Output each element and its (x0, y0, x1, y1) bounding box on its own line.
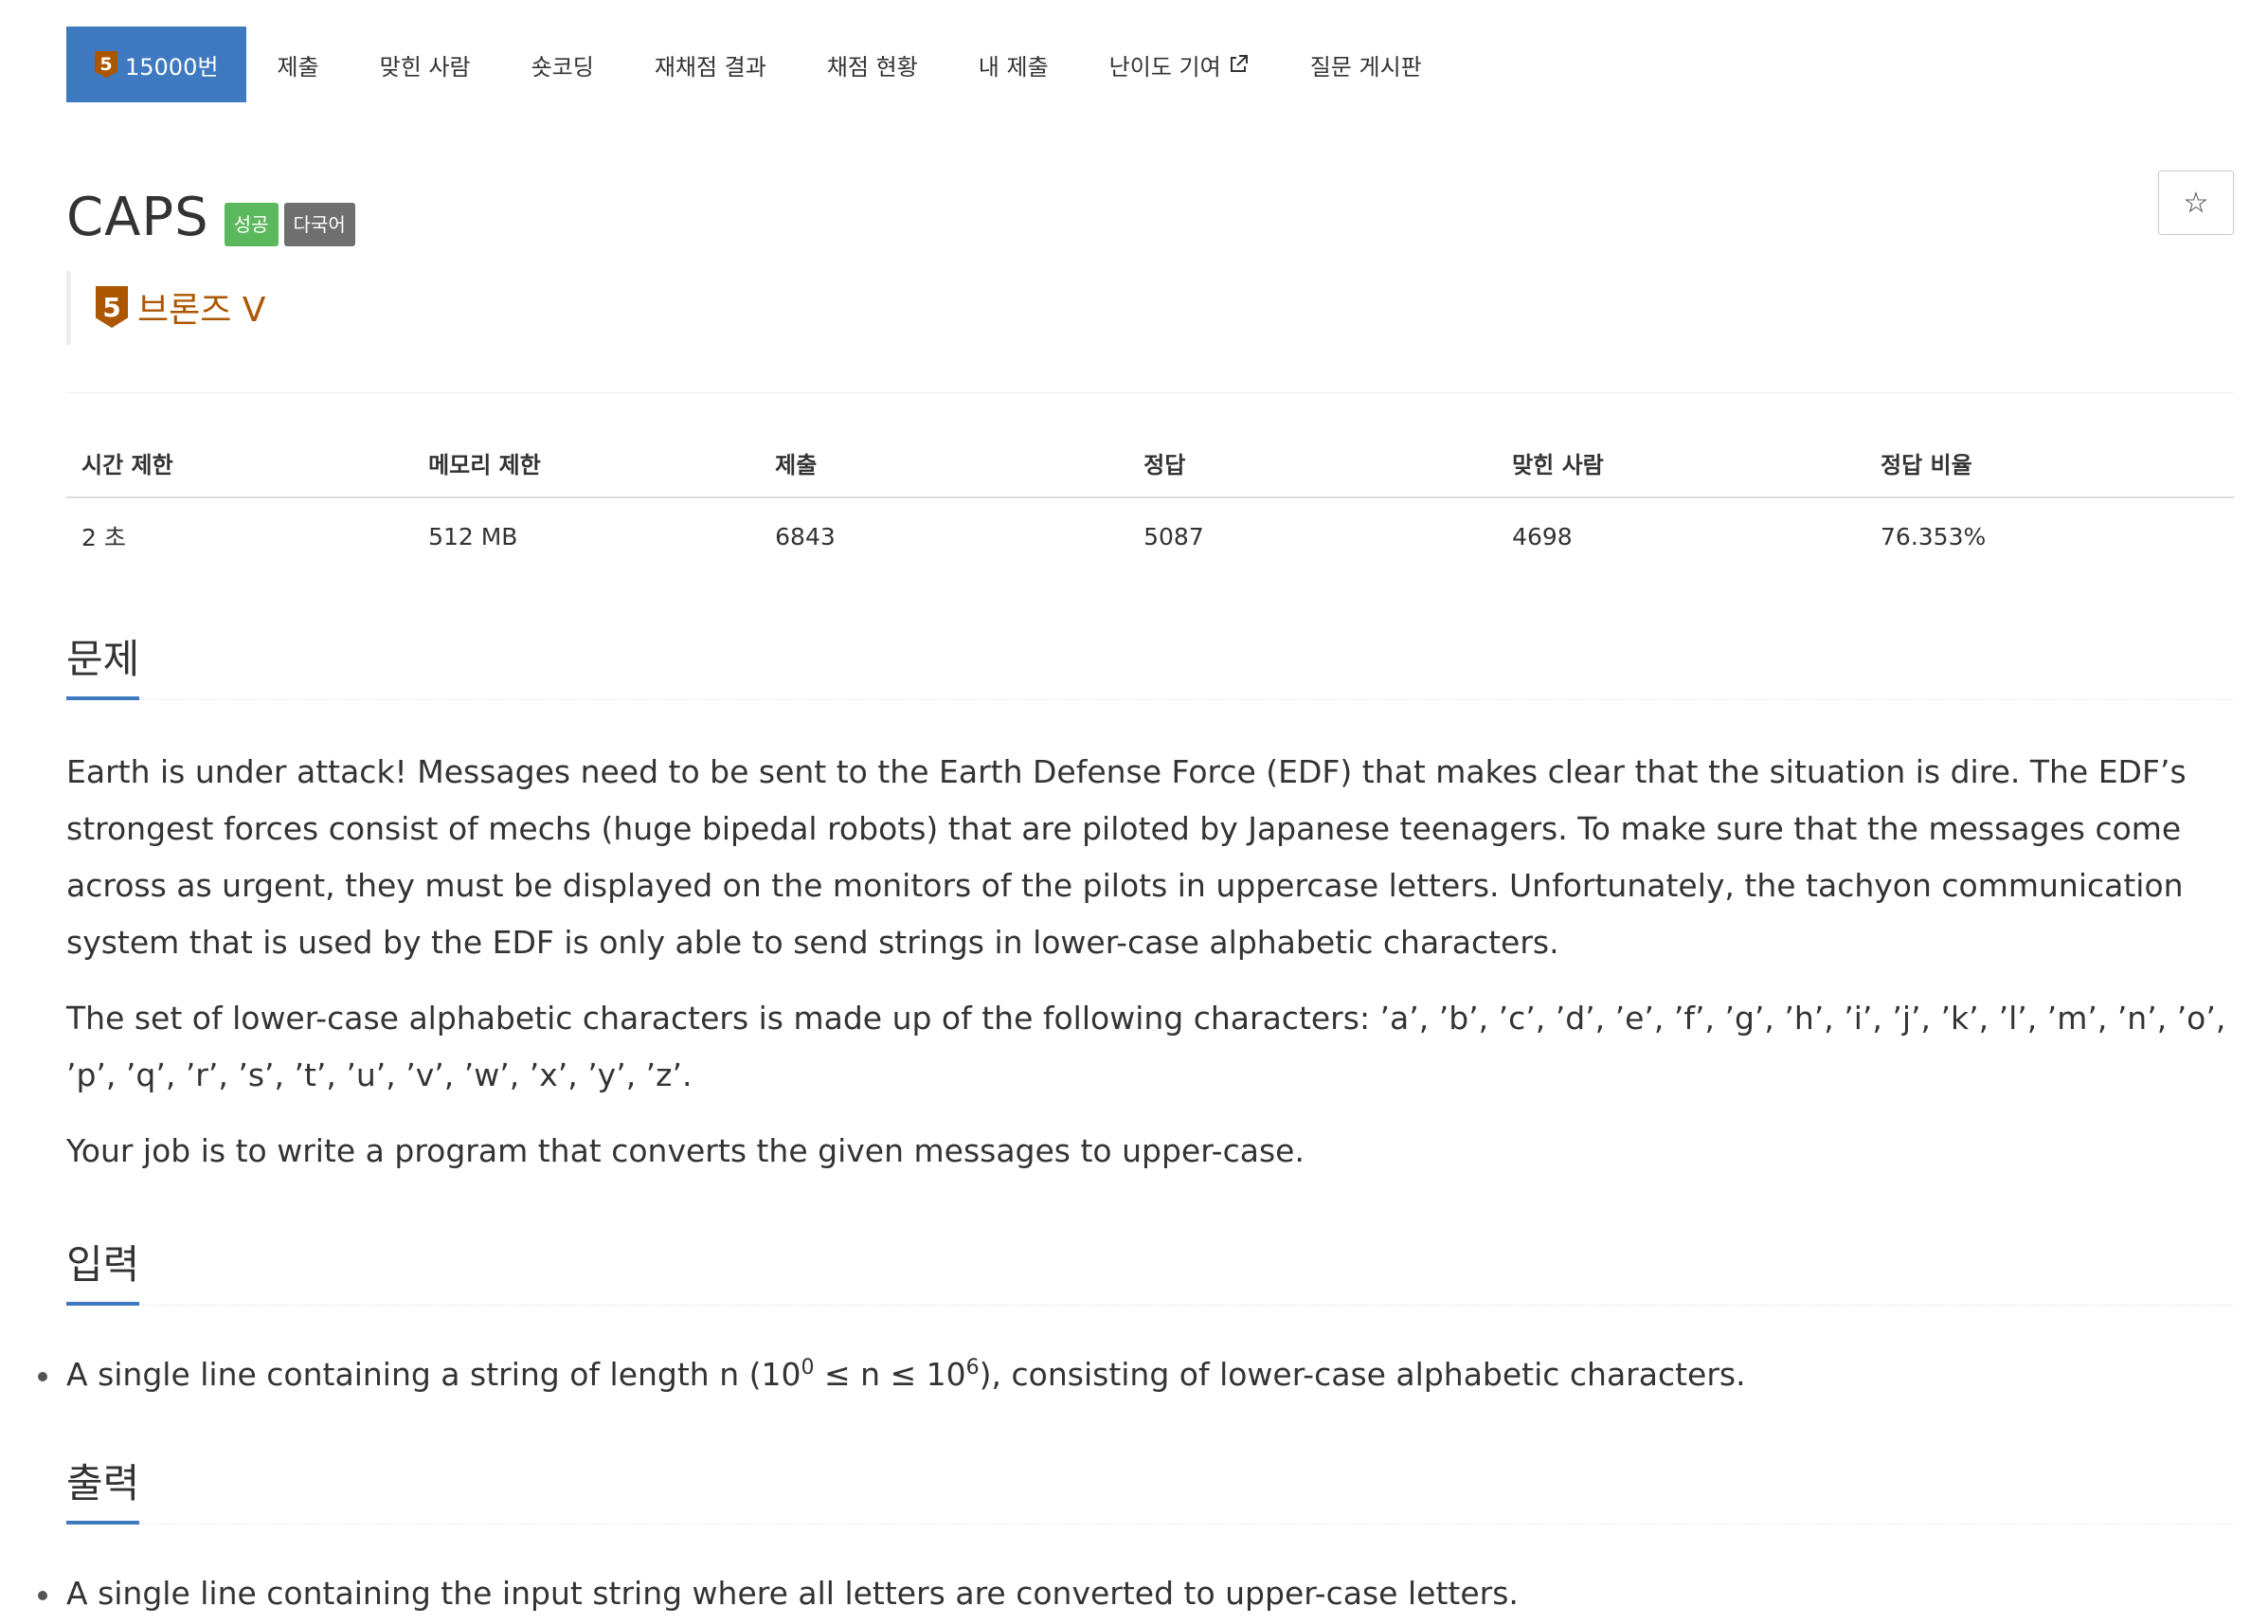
input-text-part: ), consisting of lower-case alphabetic c… (979, 1356, 1746, 1393)
problem-info-table: 시간 제한 메모리 제한 제출 정답 맞힌 사람 정답 비율 2 초 512 M… (66, 446, 2234, 553)
multilingual-label: 다국어 (283, 203, 355, 246)
tier-blockquote: 5 브론즈 V (66, 271, 2234, 345)
table-row: 2 초 512 MB 6843 5087 4698 76.353% (66, 497, 2234, 553)
tab-problem[interactable]: 5 15000번 (66, 27, 247, 102)
external-link-icon (1230, 55, 1248, 72)
tab-submit[interactable]: 제출 (246, 27, 349, 102)
submissions-value: 6843 (775, 522, 836, 550)
input-text-part: A single line containing a string of len… (66, 1356, 801, 1393)
superscript: 6 (965, 1356, 980, 1380)
problem-paragraph: Earth is under attack! Messages need to … (66, 753, 2187, 961)
tab-label: 내 제출 (978, 53, 1049, 81)
list-item: A single line containing a string of len… (38, 1351, 2234, 1398)
problem-title-row: CAPS 성공 다국어 ☆ (66, 171, 2234, 250)
tier-name: 브론즈 V (137, 291, 266, 330)
problem-title: CAPS (66, 186, 209, 248)
input-text-part: ≤ n ≤ 10 (814, 1356, 966, 1393)
solved-users-value: 4698 (1512, 522, 1573, 550)
list-item: A single line containing the input strin… (38, 1570, 2234, 1617)
section-header: 문제 (66, 627, 2234, 700)
header-accept-ratio: 정답 비율 (1865, 446, 2234, 498)
problem-paragraph: The set of lower-case alphabetic charact… (66, 1000, 2226, 1093)
tab-label: 15000번 (125, 53, 219, 81)
time-limit-value: 2 초 (81, 524, 126, 551)
tab-label: 재채점 결과 (654, 53, 766, 81)
tab-rejudge-results[interactable]: 재채점 결과 (624, 27, 797, 102)
section-header: 출력 (66, 1452, 2234, 1525)
accepted-value: 5087 (1143, 522, 1204, 550)
problem-description-section: 문제 Earth is under attack! Messages need … (66, 627, 2234, 1180)
success-label: 성공 (224, 203, 279, 246)
problem-page: 5 15000번 제출 맞힌 사람 숏코딩 재채점 결과 채점 현황 내 제출 … (38, 27, 2234, 1617)
section-title-problem: 문제 (66, 627, 140, 700)
tab-label: 채점 현황 (826, 53, 918, 81)
header-time-limit: 시간 제한 (66, 446, 414, 498)
tab-label: 숏코딩 (531, 53, 594, 81)
tab-my-submissions[interactable]: 내 제출 (948, 27, 1079, 102)
memory-limit-value: 512 MB (428, 522, 518, 550)
tab-label: 제출 (277, 53, 319, 81)
table-header-row: 시간 제한 메모리 제한 제출 정답 맞힌 사람 정답 비율 (66, 446, 2234, 498)
tab-solved-users[interactable]: 맞힌 사람 (350, 27, 501, 102)
problem-menu: 5 15000번 제출 맞힌 사람 숏코딩 재채점 결과 채점 현황 내 제출 … (66, 27, 2234, 102)
accept-ratio-value: 76.353% (1881, 522, 1987, 550)
problem-body: Earth is under attack! Messages need to … (66, 744, 2234, 1180)
tab-difficulty-contribution[interactable]: 난이도 기여 (1079, 27, 1280, 102)
header-accepted: 정답 (1128, 446, 1498, 498)
bronze-tier-icon: 5 (95, 51, 117, 78)
problem-paragraph: Your job is to write a program that conv… (66, 1132, 1305, 1169)
tab-judge-status[interactable]: 채점 현황 (797, 27, 948, 102)
output-spec-list: A single line containing the input strin… (38, 1570, 2234, 1617)
section-title-input: 입력 (66, 1233, 140, 1306)
header-memory-limit: 메모리 제한 (413, 446, 761, 498)
tab-label: 맞힌 사람 (379, 53, 471, 81)
tab-label: 난이도 기여 (1108, 53, 1221, 81)
tab-label: 질문 게시판 (1309, 53, 1422, 81)
input-spec-list: A single line containing a string of len… (38, 1351, 2234, 1398)
superscript: 0 (801, 1356, 815, 1380)
tab-short-coding[interactable]: 숏코딩 (501, 27, 624, 102)
section-header: 입력 (66, 1233, 2234, 1306)
output-section: 출력 A single line containing the input st… (38, 1452, 2234, 1617)
favorite-star-button[interactable]: ☆ (2158, 171, 2234, 235)
input-section: 입력 A single line containing a string of … (38, 1233, 2234, 1398)
section-title-output: 출력 (66, 1452, 140, 1525)
tab-question-board[interactable]: 질문 게시판 (1280, 27, 1452, 102)
divider (66, 392, 2234, 393)
header-solved-users: 맞힌 사람 (1497, 446, 1866, 498)
header-submissions: 제출 (760, 446, 1129, 498)
star-icon: ☆ (2183, 187, 2209, 219)
bronze-tier-icon: 5 (96, 286, 128, 328)
